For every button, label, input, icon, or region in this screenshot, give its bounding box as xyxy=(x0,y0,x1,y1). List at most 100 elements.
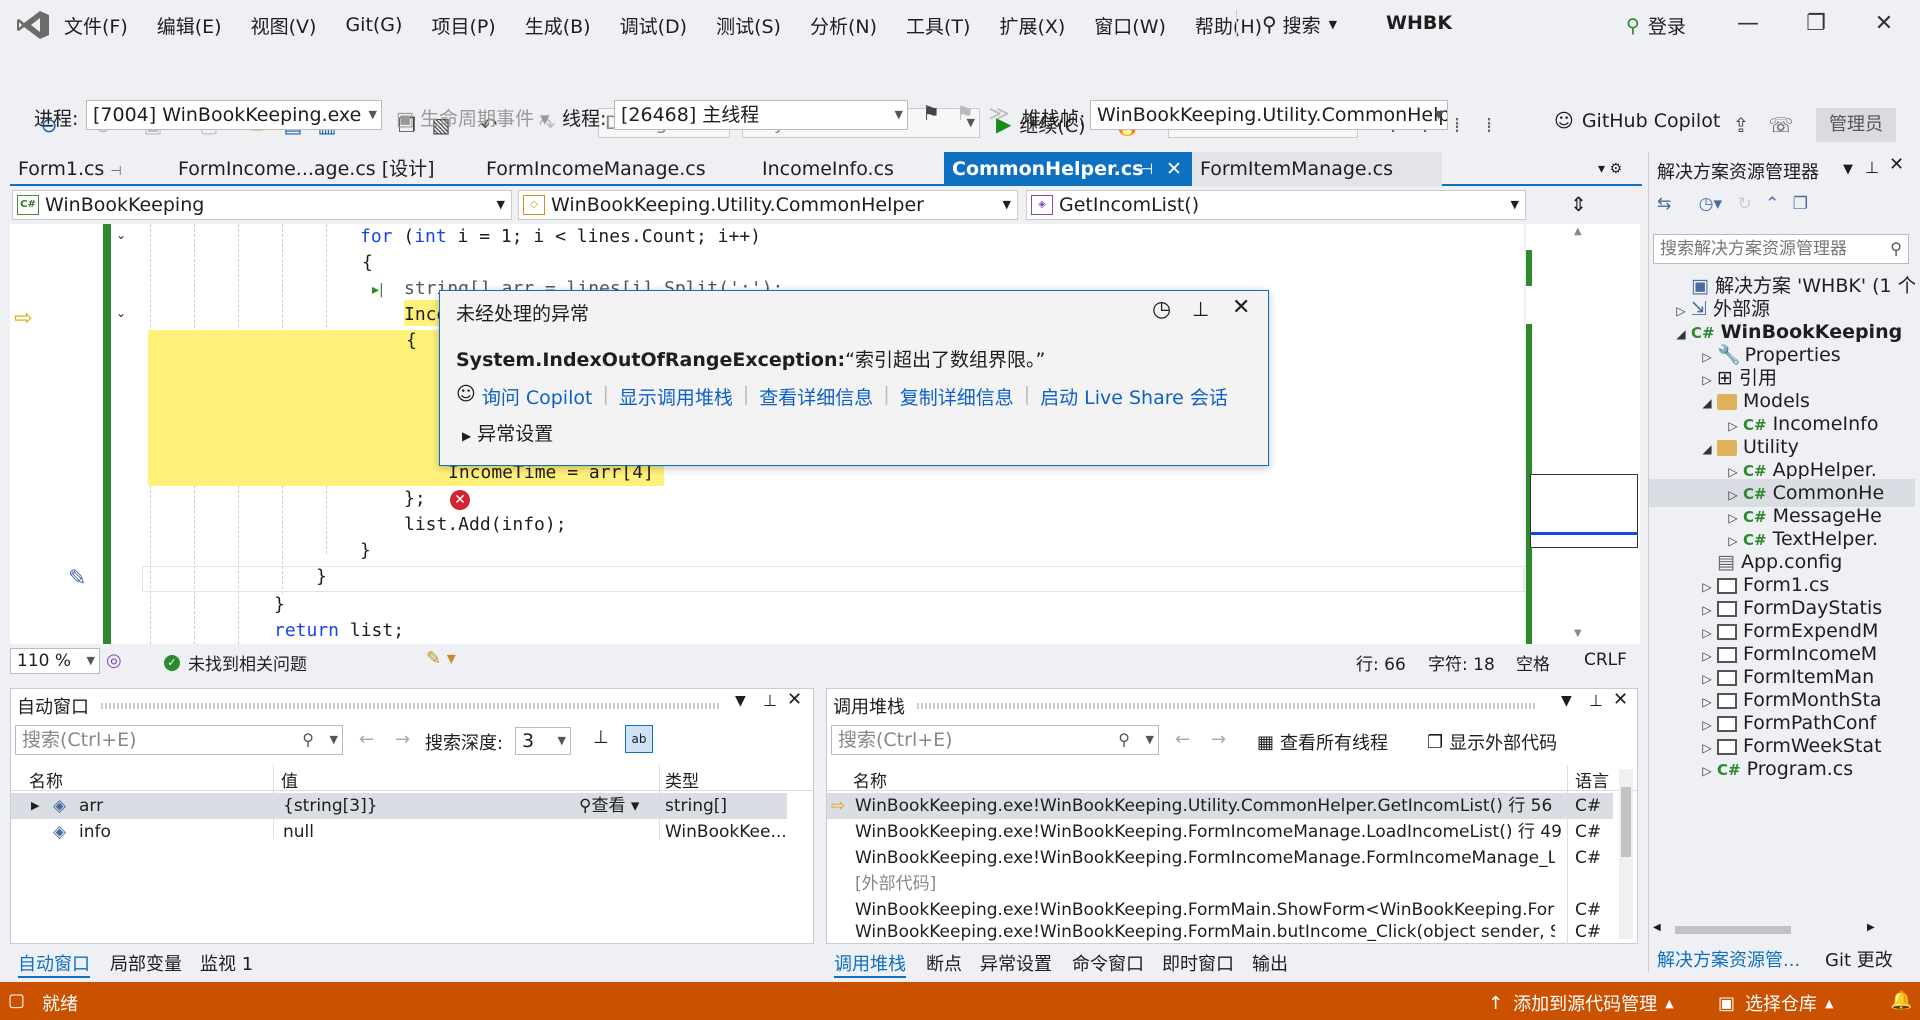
exception-settings-expander[interactable]: ▶ 异常设置 xyxy=(462,419,553,446)
tab-git-changes[interactable]: Git 更改 xyxy=(1825,946,1893,972)
select-repository-button[interactable]: ▣ 选择仓库 ▲ xyxy=(1718,990,1833,1016)
solution-search-input[interactable]: 搜索解决方案资源管理器 ⚲ xyxy=(1653,234,1909,264)
tab-formitemmanage[interactable]: FormItemManage.cs xyxy=(1192,152,1442,186)
line-number[interactable]: 行: 66 xyxy=(1356,650,1406,675)
login-button[interactable]: ⚲ 登录 xyxy=(1626,12,1686,39)
minimize-button[interactable]: — xyxy=(1728,6,1768,42)
scrollbar[interactable] xyxy=(1619,769,1633,939)
column-number[interactable]: 字符: 18 xyxy=(1428,650,1495,675)
tab-autos[interactable]: 自动窗口 xyxy=(18,950,90,978)
flag-threads-icon[interactable]: ⚑ xyxy=(952,100,978,126)
back-arrow-icon[interactable]: ← xyxy=(1175,729,1190,750)
stack-frame-row[interactable]: WinBookKeeping.exe!WinBookKeeping.FormMa… xyxy=(827,919,1613,943)
flag-icon[interactable]: ⚑ xyxy=(918,100,944,126)
switch-views-icon[interactable]: ⇆ xyxy=(1657,194,1671,214)
pin-icon[interactable]: ⊥ xyxy=(1192,297,1209,321)
menu-tools[interactable]: 工具(T) xyxy=(906,12,970,39)
minimap[interactable]: ▲ ▼ xyxy=(1526,224,1640,644)
collapse-all-icon[interactable]: ⌃ xyxy=(1765,194,1779,214)
intellicode-icon[interactable]: ◎ xyxy=(106,650,122,671)
tab-commonhelper[interactable]: CommonHelper.cs ⊣ ✕ xyxy=(944,152,1192,186)
menu-build[interactable]: 生成(B) xyxy=(525,12,591,39)
back-arrow-icon[interactable]: ← xyxy=(359,729,374,750)
table-row[interactable]: ◈ info null WinBookKee... xyxy=(11,819,787,845)
search-button[interactable]: ⚲ 搜索 ▼ xyxy=(1262,9,1382,39)
callstack-search-input[interactable]: 搜索(Ctrl+E) ⚲ ▼ xyxy=(831,725,1159,755)
history-icon[interactable]: ◷ xyxy=(1152,297,1171,322)
process-select[interactable]: [7004] WinBookKeeping.exe ▼ xyxy=(86,100,382,130)
close-icon[interactable]: ✕ xyxy=(1889,154,1904,175)
tab-overflow-icon[interactable]: ▾ ⚙ xyxy=(1590,152,1640,186)
menu-help[interactable]: 帮助(H) xyxy=(1195,12,1262,39)
zoom-select[interactable]: 110 % ▼ xyxy=(10,648,100,674)
view-button[interactable]: ⚲查看 ▾ xyxy=(579,793,639,819)
hex-toggle-icon[interactable]: ab xyxy=(625,725,653,753)
tab-locals[interactable]: 局部变量 xyxy=(110,950,182,976)
horizontal-scrollbar[interactable]: ◀ ▶ xyxy=(1653,922,1913,938)
col-value[interactable]: 值 xyxy=(281,767,298,792)
pending-changes-icon[interactable]: ◷▾ xyxy=(1699,194,1722,214)
expand-icon[interactable]: ▶ xyxy=(31,793,39,819)
minimap-viewport[interactable] xyxy=(1530,474,1638,548)
tab-breakpoints[interactable]: 断点 xyxy=(926,950,962,976)
menu-analyze[interactable]: 分析(N) xyxy=(810,12,877,39)
stack-frame-select[interactable]: WinBookKeeping.Utility.CommonHelp ▼ xyxy=(1090,100,1448,130)
close-tab-icon[interactable]: ✕ xyxy=(1166,152,1182,186)
close-icon[interactable]: ✕ xyxy=(787,689,802,710)
scrollbar-thumb[interactable] xyxy=(1621,787,1631,857)
tab-callstack[interactable]: 调用堆栈 xyxy=(834,950,906,978)
pin-icon[interactable]: ⊥ xyxy=(1865,158,1879,177)
tab-form1[interactable]: Form1.cs ⊣ xyxy=(10,152,134,186)
table-row[interactable]: ▶ ◈ arr {string[3]} ⚲查看 ▾ string[] xyxy=(11,793,787,819)
ask-copilot-link[interactable]: 询问 Copilot xyxy=(482,383,593,410)
window-menu-icon[interactable]: ▼ xyxy=(1843,162,1853,177)
menu-file[interactable]: 文件(F) xyxy=(64,12,128,39)
col-language[interactable]: 语言 xyxy=(1575,767,1609,792)
menu-git[interactable]: Git(G) xyxy=(345,14,402,36)
member-dropdown[interactable]: ◈ GetIncomList() ▼ xyxy=(1026,190,1526,220)
view-details-link[interactable]: 查看详细信息 xyxy=(759,383,873,410)
menu-extensions[interactable]: 扩展(X) xyxy=(999,12,1065,39)
menu-debug[interactable]: 调试(D) xyxy=(620,12,687,39)
close-icon[interactable]: ✕ xyxy=(1613,689,1628,710)
expand-toggle-icon[interactable]: ▷ xyxy=(1697,757,1717,783)
restore-button[interactable]: ❐ xyxy=(1796,6,1836,42)
live-share-link[interactable]: 启动 Live Share 会话 xyxy=(1040,383,1228,410)
col-name[interactable]: 名称 xyxy=(853,767,887,792)
add-to-source-control-button[interactable]: ↑ 添加到源代码管理 ▲ xyxy=(1488,990,1674,1016)
collapse-icon-2[interactable]: ⌄ xyxy=(116,306,126,320)
search-depth-select[interactable]: 3 ▼ xyxy=(515,727,571,755)
expand-icon[interactable]: ≫ xyxy=(986,100,1012,126)
tab-immediate-window[interactable]: 即时窗口 xyxy=(1162,950,1234,976)
view-all-threads-button[interactable]: ▦ 查看所有线程 xyxy=(1257,729,1388,755)
tab-formincome-design[interactable]: FormIncome...age.cs [设计] xyxy=(170,152,460,186)
pin-column-icon[interactable]: ⊥ xyxy=(593,727,609,748)
window-menu-icon[interactable]: ▼ xyxy=(735,693,746,709)
tab-formincomemanage[interactable]: FormIncomeManage.cs xyxy=(478,152,706,186)
col-name[interactable]: 名称 xyxy=(29,767,63,792)
notifications-icon[interactable]: 🔔 xyxy=(1890,990,1912,1011)
line-ending[interactable]: CRLF xyxy=(1584,650,1627,670)
run-to-cursor-icon[interactable]: ▸| xyxy=(372,282,384,298)
stack-frame-row[interactable]: WinBookKeeping.exe!WinBookKeeping.FormIn… xyxy=(827,845,1613,871)
pin-icon[interactable]: ⊥ xyxy=(763,691,777,710)
stack-frame-row[interactable]: WinBookKeeping.exe!WinBookKeeping.FormIn… xyxy=(827,819,1613,845)
tab-incomeinfo[interactable]: IncomeInfo.cs xyxy=(754,152,954,186)
thread-select[interactable]: [26468] 主线程 ▼ xyxy=(614,100,908,130)
collapse-icon[interactable]: ⌄ xyxy=(116,228,126,242)
autos-search-input[interactable]: 搜索(Ctrl+E) ⚲ ▼ xyxy=(15,725,343,755)
output-icon[interactable]: ▢ xyxy=(8,990,25,1011)
show-all-files-icon[interactable]: ❐ xyxy=(1793,194,1808,214)
whitespace-mode[interactable]: 空格 xyxy=(1516,650,1550,675)
issues-indicator[interactable]: ✓ 未找到相关问题 xyxy=(164,650,307,675)
col-type[interactable]: 类型 xyxy=(665,767,699,792)
show-callstack-link[interactable]: 显示调用堆栈 xyxy=(619,383,733,410)
stack-frame-row[interactable]: [外部代码] xyxy=(827,871,1613,897)
menu-view[interactable]: 视图(V) xyxy=(251,12,317,39)
tab-command-window[interactable]: 命令窗口 xyxy=(1072,950,1144,976)
tab-output[interactable]: 输出 xyxy=(1252,950,1288,976)
menu-project[interactable]: 项目(P) xyxy=(431,12,495,39)
forward-arrow-icon[interactable]: → xyxy=(395,729,410,750)
window-menu-icon[interactable]: ▼ xyxy=(1561,693,1572,709)
class-dropdown[interactable]: ◇ WinBookKeeping.Utility.CommonHelper ▼ xyxy=(518,190,1018,220)
